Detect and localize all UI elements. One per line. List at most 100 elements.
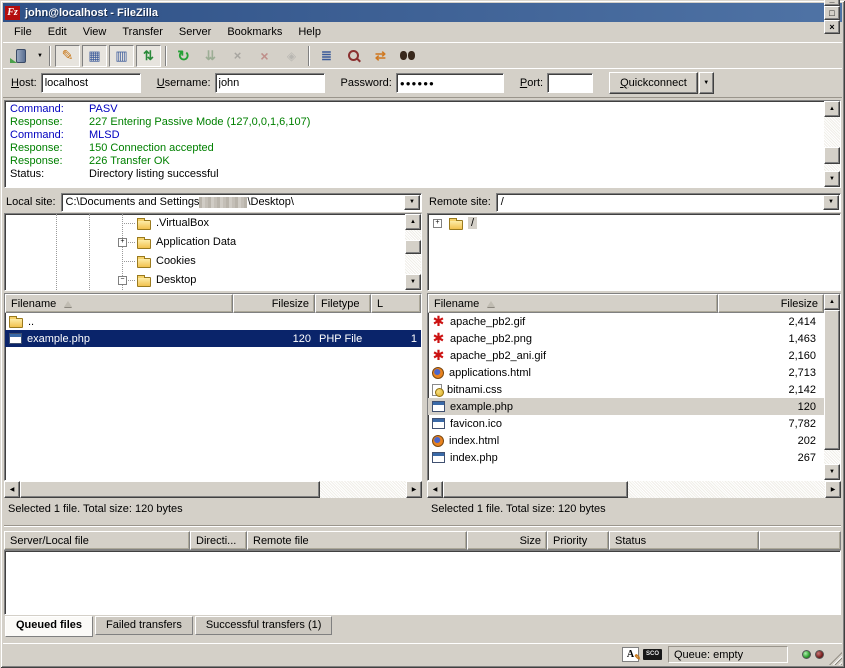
queue-column-remote-file[interactable]: Remote file xyxy=(247,531,467,550)
column-header-l[interactable]: L xyxy=(371,294,421,313)
file-row-apache-pb2-png[interactable]: ✱apache_pb2.png1,463 xyxy=(428,330,824,347)
toggle-remote-tree-button[interactable]: ▥ xyxy=(109,45,134,67)
file-row-bitnami-css[interactable]: bitnami.css2,142 xyxy=(428,381,824,398)
queue-column-priority[interactable]: Priority xyxy=(547,531,609,550)
column-header-filetype[interactable]: Filetype xyxy=(315,294,371,313)
menu-server[interactable]: Server xyxy=(171,24,219,40)
php-file-icon xyxy=(432,401,445,412)
queue-column-size[interactable]: Size xyxy=(467,531,547,550)
expand-icon[interactable]: + xyxy=(118,238,127,247)
scroll-right-button[interactable]: ▶ xyxy=(825,481,841,498)
file-row-example-php[interactable]: example.php120 xyxy=(428,398,824,415)
scroll-up-button[interactable]: ▲ xyxy=(405,214,421,230)
file-row-apache-pb2-ani-gif[interactable]: ✱apache_pb2_ani.gif2,160 xyxy=(428,347,824,364)
expand-icon[interactable]: + xyxy=(433,219,442,228)
menu-items: FileEditViewTransferServerBookmarksHelp xyxy=(6,24,329,40)
tree-item-item[interactable]: +/ xyxy=(428,214,840,233)
scroll-thumb[interactable] xyxy=(824,147,840,164)
scroll-left-button[interactable]: ◀ xyxy=(4,481,20,498)
queue-column-filler xyxy=(759,531,841,550)
file-row-item[interactable]: .. xyxy=(5,313,421,330)
log-scrollbar[interactable]: ▲ ▼ xyxy=(824,101,840,187)
local-site-dropdown-button[interactable]: ▼ xyxy=(404,195,420,210)
local-horizontal-scrollbar[interactable]: ◀ ▶ xyxy=(4,481,422,498)
scroll-thumb[interactable] xyxy=(20,481,320,498)
menu-bookmarks[interactable]: Bookmarks xyxy=(219,24,290,40)
remote-site-dropdown-button[interactable]: ▼ xyxy=(823,195,839,210)
password-input[interactable] xyxy=(396,73,504,93)
quickconnect-dropdown-button[interactable]: ▼ xyxy=(699,72,714,94)
file-row-index-html[interactable]: index.html202 xyxy=(428,432,824,449)
scroll-left-button[interactable]: ◀ xyxy=(427,481,443,498)
menu-transfer[interactable]: Transfer xyxy=(114,24,171,40)
column-header-filename[interactable]: Filename xyxy=(428,294,718,313)
tree-item-application-data[interactable]: +Application Data xyxy=(5,233,421,252)
menu-edit[interactable]: Edit xyxy=(40,24,75,40)
scroll-track[interactable] xyxy=(824,117,840,171)
scroll-down-button[interactable]: ▼ xyxy=(824,464,840,480)
cancel-operation-button[interactable]: × xyxy=(225,45,250,67)
menu-view[interactable]: View xyxy=(75,24,115,40)
column-header-filesize[interactable]: Filesize xyxy=(233,294,315,313)
quickconnect-button[interactable]: Quickconnect xyxy=(609,72,698,94)
scroll-down-button[interactable]: ▼ xyxy=(405,274,421,290)
process-queue-button[interactable]: ⇊ xyxy=(198,45,223,67)
queue-column-status[interactable]: Status xyxy=(609,531,759,550)
scroll-down-button[interactable]: ▼ xyxy=(824,171,840,187)
menu-file[interactable]: File xyxy=(6,24,40,40)
column-header-label: L xyxy=(377,298,383,310)
tree-item-cookies[interactable]: Cookies xyxy=(5,252,421,271)
scroll-track[interactable] xyxy=(824,310,840,464)
file-row-example-php[interactable]: example.php120PHP File1 xyxy=(5,330,421,347)
scroll-right-button[interactable]: ▶ xyxy=(406,481,422,498)
menu-help[interactable]: Help xyxy=(290,24,329,40)
scroll-track[interactable] xyxy=(20,481,406,498)
host-input[interactable] xyxy=(41,73,141,93)
remote-list-scrollbar[interactable]: ▲ ▼ xyxy=(824,294,840,480)
tab-failed-transfers[interactable]: Failed transfers xyxy=(95,616,193,635)
scroll-track[interactable] xyxy=(443,481,825,498)
queue-column-server-local-file[interactable]: Server/Local file xyxy=(4,531,190,550)
refresh-button[interactable]: ↻ xyxy=(171,45,196,67)
collapse-icon[interactable]: − xyxy=(118,276,127,285)
tab-queued-files[interactable]: Queued files xyxy=(5,616,93,637)
remote-horizontal-scrollbar[interactable]: ◀ ▶ xyxy=(427,481,841,498)
scroll-up-button[interactable]: ▲ xyxy=(824,294,840,310)
tab-successful-transfers-1[interactable]: Successful transfers (1) xyxy=(195,616,333,635)
transfer-type-icon[interactable]: A xyxy=(622,647,639,662)
file-row-favicon-ico[interactable]: favicon.ico7,782 xyxy=(428,415,824,432)
scroll-thumb[interactable] xyxy=(824,310,840,450)
sync-browsing-button[interactable]: ⇄ xyxy=(368,45,393,67)
filter-button[interactable]: ≣ xyxy=(314,45,339,67)
maximize-button[interactable]: □ xyxy=(824,6,840,20)
queue-column-directi[interactable]: Directi... xyxy=(190,531,247,550)
scroll-thumb[interactable] xyxy=(405,240,421,254)
username-input[interactable] xyxy=(215,73,325,93)
tree-item-virtualbox[interactable]: .VirtualBox xyxy=(5,214,421,233)
site-manager-button[interactable] xyxy=(8,45,33,67)
column-header-filename[interactable]: Filename xyxy=(5,294,233,313)
remote-site-combo[interactable]: / ▼ xyxy=(496,193,841,212)
tree-item-desktop[interactable]: −Desktop xyxy=(5,271,421,290)
scroll-track[interactable] xyxy=(405,230,421,274)
local-tree-scrollbar[interactable]: ▲ ▼ xyxy=(405,214,421,290)
scroll-up-button[interactable]: ▲ xyxy=(824,101,840,117)
local-list-rows: ..example.php120PHP File1 xyxy=(5,313,421,347)
port-input[interactable] xyxy=(547,73,593,93)
speed-limit-icon[interactable]: SCO xyxy=(643,649,662,660)
file-row-index-php[interactable]: index.php267 xyxy=(428,449,824,466)
file-row-apache-pb2-gif[interactable]: ✱apache_pb2.gif2,414 xyxy=(428,313,824,330)
file-row-applications-html[interactable]: applications.html2,713 xyxy=(428,364,824,381)
toggle-transfer-queue-button[interactable]: ⇅ xyxy=(136,45,161,67)
local-site-combo[interactable]: C:\Documents and Settings\Desktop\ ▼ xyxy=(61,193,422,212)
file-search-button[interactable] xyxy=(341,45,366,67)
site-manager-dropdown-button[interactable]: ▼ xyxy=(34,45,46,67)
toggle-local-tree-button[interactable]: ▦ xyxy=(82,45,107,67)
disconnect-button[interactable]: × xyxy=(252,45,277,67)
abort-button[interactable]: ◈ xyxy=(279,45,304,67)
column-header-filesize[interactable]: Filesize xyxy=(718,294,824,313)
scroll-thumb[interactable] xyxy=(443,481,628,498)
disconnect-icon: × xyxy=(260,48,268,64)
toggle-message-log-button[interactable]: ✎ xyxy=(55,45,80,67)
find-files-button[interactable] xyxy=(395,45,420,67)
